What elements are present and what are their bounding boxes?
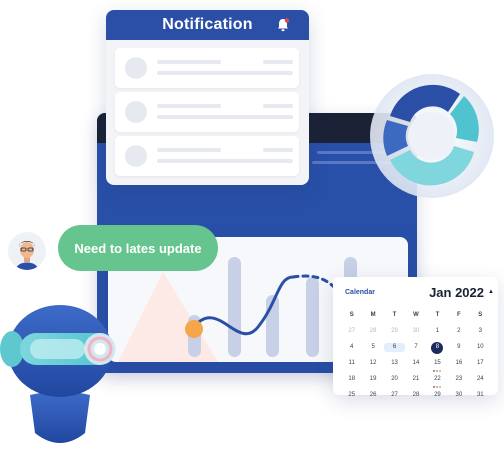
- donut-chart-decoration: [370, 74, 494, 198]
- calendar-day[interactable]: 23: [448, 375, 469, 384]
- placeholder-line: [157, 104, 221, 108]
- notification-header: Notification: [106, 10, 309, 40]
- notification-item[interactable]: [115, 48, 299, 88]
- placeholder-line: [263, 60, 293, 64]
- calendar-weekday: T: [392, 312, 397, 318]
- calendar-day[interactable]: 30: [448, 391, 469, 400]
- calendar-day[interactable]: 29: [384, 327, 405, 336]
- calendar-day[interactable]: 2: [448, 327, 469, 336]
- calendar-day[interactable]: 15: [427, 359, 448, 372]
- calendar-day[interactable]: 27: [384, 391, 405, 400]
- calendar-day[interactable]: 26: [362, 391, 383, 400]
- calendar-day[interactable]: 21: [405, 375, 426, 384]
- calendar-day[interactable]: 17: [470, 359, 491, 368]
- placeholder-line: [157, 71, 293, 75]
- calendar-day[interactable]: 18: [341, 375, 362, 384]
- calendar-weekday: T: [435, 312, 440, 318]
- notification-panel: Notification: [106, 10, 309, 185]
- chat-message: Need to lates update: [74, 240, 202, 256]
- event-dots: [433, 370, 442, 372]
- user-avatar[interactable]: [8, 232, 46, 270]
- placeholder-line: [157, 159, 293, 163]
- calendar-day[interactable]: 9: [448, 343, 469, 352]
- calendar-day[interactable]: 28: [362, 327, 383, 336]
- calendar-day[interactable]: 20: [384, 375, 405, 384]
- placeholder-line: [263, 148, 293, 152]
- chat-bubble: Need to lates update: [58, 225, 218, 271]
- placeholder-line: [157, 148, 221, 152]
- calendar-weekday: F: [457, 312, 461, 318]
- notification-item[interactable]: [115, 136, 299, 176]
- calendar-widget: Calendar Jan 2022 ▲ S M T W T F S 27 28 29 30 1 2 3 4 5…: [333, 277, 498, 398]
- notification-item[interactable]: [115, 92, 299, 132]
- calendar-day[interactable]: 10: [470, 343, 491, 352]
- calendar-month[interactable]: Jan 2022: [429, 285, 484, 300]
- calendar-day[interactable]: 25: [341, 391, 362, 400]
- calendar-day[interactable]: 22: [427, 375, 448, 388]
- calendar-day[interactable]: 27: [341, 327, 362, 336]
- placeholder-line: [157, 115, 293, 119]
- calendar-day[interactable]: 16: [448, 359, 469, 368]
- calendar-weekday: S: [478, 312, 483, 318]
- bell-icon[interactable]: [275, 17, 291, 33]
- calendar-grid: S M T W T F S 27 28 29 30 1 2 3 4 5 6 7 8 9 10 11 12 13 14 15 16 17…: [341, 311, 491, 400]
- calendar-day[interactable]: 12: [362, 359, 383, 368]
- calendar-day[interactable]: 24: [470, 375, 491, 384]
- calendar-day[interactable]: 11: [341, 359, 362, 368]
- placeholder-line: [263, 104, 293, 108]
- calendar-weekday: S: [349, 312, 354, 318]
- robot-mascot: [0, 305, 116, 443]
- placeholder-avatar: [125, 57, 147, 79]
- calendar-day[interactable]: 5: [362, 343, 383, 352]
- calendar-day[interactable]: 30: [405, 327, 426, 336]
- calendar-day[interactable]: 1: [427, 327, 448, 336]
- calendar-day[interactable]: 8: [427, 341, 448, 354]
- calendar-day[interactable]: 13: [384, 359, 405, 368]
- calendar-day[interactable]: 4: [341, 343, 362, 352]
- user-avatar-icon: [8, 232, 46, 270]
- calendar-day[interactable]: 14: [405, 359, 426, 368]
- calendar-day[interactable]: 7: [405, 343, 426, 352]
- calendar-day[interactable]: 19: [362, 375, 383, 384]
- calendar-weekday: M: [370, 312, 376, 318]
- calendar-day[interactable]: 3: [470, 327, 491, 336]
- event-dots: [433, 386, 442, 388]
- notification-title: Notification: [162, 16, 253, 33]
- calendar-day[interactable]: 6: [383, 343, 406, 352]
- calendar-day[interactable]: 29: [427, 391, 448, 400]
- chevron-up-icon[interactable]: ▲: [488, 289, 494, 295]
- calendar-label: Calendar: [345, 289, 375, 296]
- calendar-day[interactable]: 31: [470, 391, 491, 400]
- calendar-day[interactable]: 28: [405, 391, 426, 400]
- placeholder-avatar: [125, 145, 147, 167]
- calendar-weekday: W: [413, 312, 419, 318]
- placeholder-line: [157, 60, 221, 64]
- placeholder-avatar: [125, 101, 147, 123]
